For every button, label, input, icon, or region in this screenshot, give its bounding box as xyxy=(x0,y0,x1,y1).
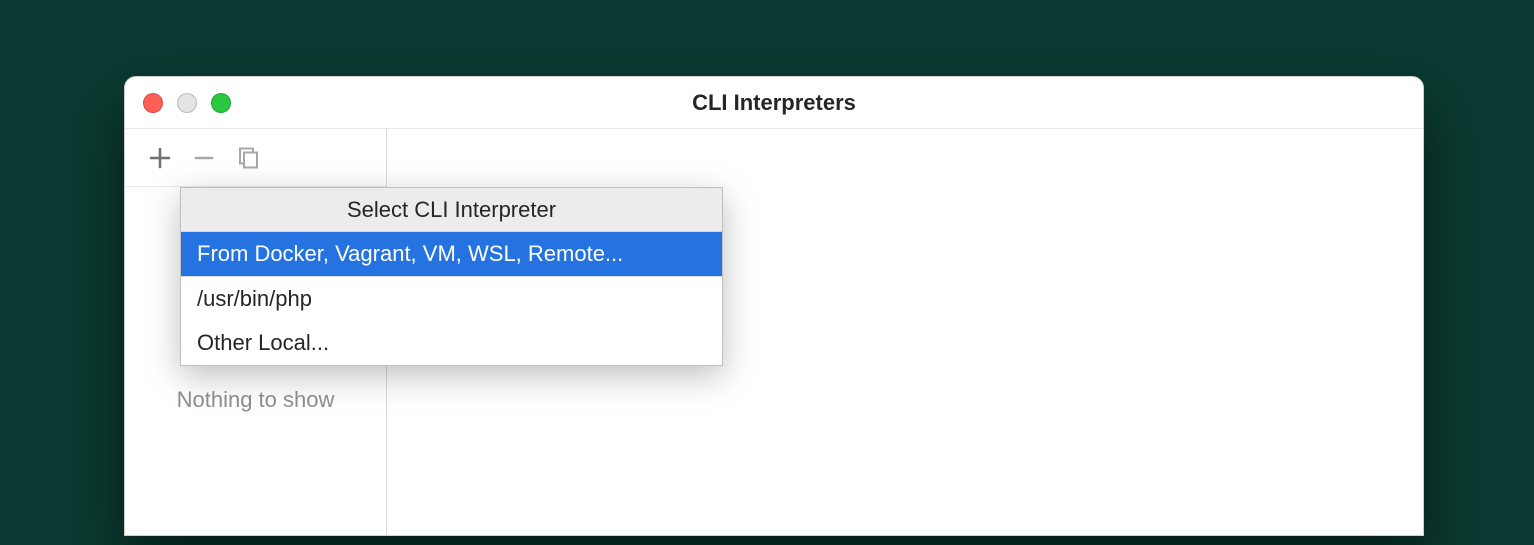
copy-button[interactable] xyxy=(233,143,263,173)
traffic-lights xyxy=(143,93,231,113)
add-button[interactable] xyxy=(145,143,175,173)
popup-item-other-local[interactable]: Other Local... xyxy=(181,321,722,365)
minus-icon xyxy=(193,147,215,169)
minimize-window-button[interactable] xyxy=(177,93,197,113)
plus-icon xyxy=(149,147,171,169)
popup-item-usr-bin-php[interactable]: /usr/bin/php xyxy=(181,277,722,321)
close-window-button[interactable] xyxy=(143,93,163,113)
popup-item-label: /usr/bin/php xyxy=(197,286,312,312)
popup-item-label: Other Local... xyxy=(197,330,329,356)
popup-item-remote[interactable]: From Docker, Vagrant, VM, WSL, Remote... xyxy=(181,232,722,276)
select-cli-interpreter-popup: Select CLI Interpreter From Docker, Vagr… xyxy=(180,187,723,366)
remove-button[interactable] xyxy=(189,143,219,173)
list-toolbar xyxy=(125,129,386,187)
copy-icon xyxy=(237,147,259,169)
popup-title: Select CLI Interpreter xyxy=(181,188,722,232)
titlebar: CLI Interpreters xyxy=(125,77,1423,129)
zoom-window-button[interactable] xyxy=(211,93,231,113)
popup-item-label: From Docker, Vagrant, VM, WSL, Remote... xyxy=(197,241,623,267)
window-title: CLI Interpreters xyxy=(692,90,856,116)
